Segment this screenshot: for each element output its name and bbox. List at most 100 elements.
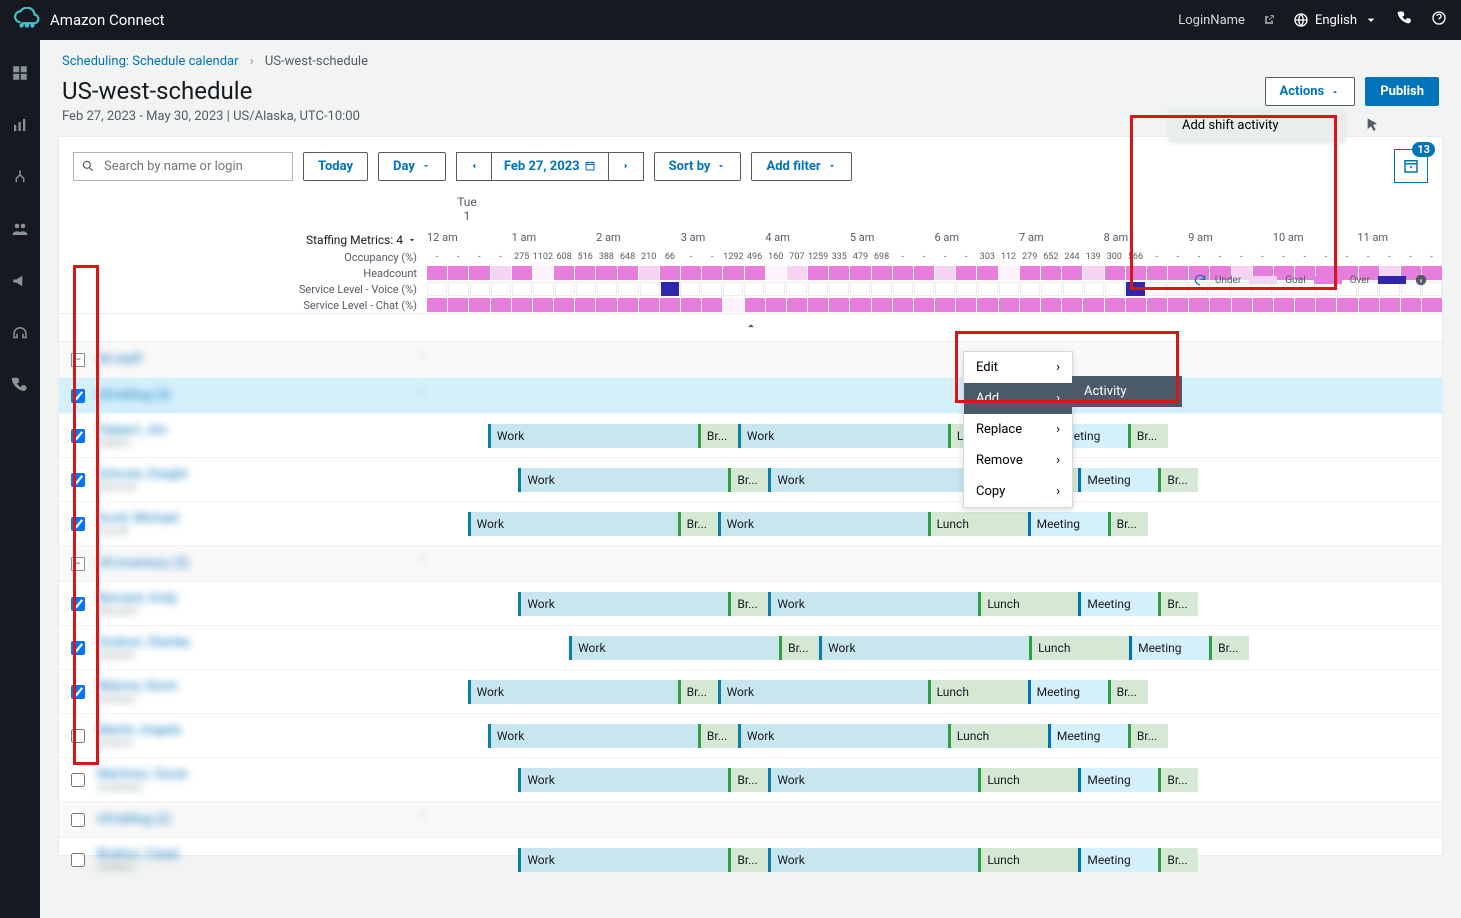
- row-checkbox[interactable]: [59, 813, 97, 827]
- activity-lunch[interactable]: Lunch: [948, 724, 1048, 748]
- activity-work[interactable]: Work: [768, 848, 978, 872]
- search-input[interactable]: [73, 152, 293, 181]
- ctx-remove[interactable]: Remove›: [964, 445, 1072, 476]
- external-link-icon[interactable]: [1263, 11, 1275, 30]
- shift[interactable]: WorkBr...WorkLunchMeetingBr...: [569, 636, 1249, 660]
- nav-users-icon[interactable]: [11, 220, 29, 242]
- date-prev[interactable]: [456, 152, 492, 181]
- shift[interactable]: WorkBr...WorkLunchMeetingBr...: [518, 468, 1198, 492]
- shift[interactable]: WorkBr...WorkLunchMeetingBr...: [488, 724, 1168, 748]
- view-selector[interactable]: Day: [378, 152, 446, 181]
- nav-headset-icon[interactable]: [11, 324, 29, 346]
- nav-analytics-icon[interactable]: [11, 116, 29, 138]
- activity-break[interactable]: Br...: [728, 848, 768, 872]
- collapse-icon[interactable]: −: [71, 557, 85, 571]
- activity-work[interactable]: Work: [569, 636, 779, 660]
- nav-dashboard-icon[interactable]: [11, 64, 29, 86]
- activity-break[interactable]: Br...: [678, 680, 718, 704]
- activity-meet[interactable]: Meeting: [1078, 468, 1158, 492]
- date-picker[interactable]: Feb 27, 2023: [492, 152, 609, 181]
- agent-timeline[interactable]: [427, 802, 1442, 837]
- agent-name[interactable]: Halpert, Jimjhalpert: [97, 423, 427, 449]
- activity-meet[interactable]: Meeting: [1028, 512, 1108, 536]
- sort-button[interactable]: Sort by: [654, 152, 742, 181]
- activity-break[interactable]: Br...: [1128, 424, 1168, 448]
- agent-name[interactable]: Schrute, Dwightdschrute: [97, 467, 427, 493]
- activity-work[interactable]: Work: [518, 768, 728, 792]
- agent-name[interactable]: Scott, Michaelmscott: [97, 511, 427, 537]
- ctx-replace[interactable]: Replace›: [964, 414, 1072, 445]
- activity-break[interactable]: Br...: [1158, 592, 1198, 616]
- agent-name[interactable]: US-inventory (5)⌃: [97, 556, 427, 571]
- agent-timeline[interactable]: WorkBr...WorkLunchMeetingBr...: [427, 458, 1442, 501]
- activity-break[interactable]: Br...: [1158, 848, 1198, 872]
- agent-name[interactable]: Bernard, Andyabernard: [97, 591, 427, 617]
- activity-lunch[interactable]: Lunch: [928, 680, 1028, 704]
- activity-lunch[interactable]: Lunch: [1029, 636, 1129, 660]
- checkbox[interactable]: [71, 813, 85, 827]
- activity-work[interactable]: Work: [468, 512, 678, 536]
- activity-break[interactable]: Br...: [728, 468, 768, 492]
- activity-break[interactable]: Br...: [728, 768, 768, 792]
- checkbox[interactable]: [71, 729, 85, 743]
- activity-work[interactable]: Work: [488, 424, 698, 448]
- row-checkbox[interactable]: −: [59, 353, 97, 367]
- agent-name[interactable]: US-billing (2)⌃: [97, 812, 427, 827]
- row-checkbox[interactable]: [59, 685, 97, 699]
- activity-break[interactable]: Br...: [1128, 724, 1168, 748]
- activity-work[interactable]: Work: [768, 768, 978, 792]
- shift[interactable]: WorkBr...WorkLunchMeetingBr...: [518, 592, 1198, 616]
- breadcrumb-parent[interactable]: Scheduling: Schedule calendar: [62, 54, 239, 69]
- row-checkbox[interactable]: [59, 853, 97, 867]
- activity-lunch[interactable]: Lunch: [928, 512, 1028, 536]
- collapse-metrics[interactable]: [59, 313, 1442, 342]
- agent-name[interactable]: Martin, Angelaamartin: [97, 723, 427, 749]
- row-checkbox[interactable]: [59, 517, 97, 531]
- activity-break[interactable]: Br...: [698, 424, 738, 448]
- agent-timeline[interactable]: WorkBr...WorkLunchMeetingBr...: [427, 758, 1442, 801]
- agent-timeline[interactable]: WorkBr...WorkLunchMeetingBr...: [427, 582, 1442, 625]
- ctx-copy[interactable]: Copy›: [964, 476, 1072, 507]
- row-checkbox[interactable]: [59, 773, 97, 787]
- checkbox[interactable]: [71, 641, 85, 655]
- shift[interactable]: WorkBr...WorkLunchMeetingBr...: [518, 768, 1198, 792]
- shift[interactable]: WorkBr...WorkLunchMeetingBr...: [518, 848, 1198, 872]
- activity-work[interactable]: Work: [768, 592, 978, 616]
- agent-name[interactable]: Hudson, Stanleyshudson: [97, 635, 427, 661]
- chevron-up-icon[interactable]: ⌃: [416, 812, 427, 827]
- row-checkbox[interactable]: [59, 389, 97, 403]
- shift[interactable]: WorkBr...WorkLunchMeetingBr...: [468, 512, 1148, 536]
- nav-announce-icon[interactable]: [11, 272, 29, 294]
- agent-timeline[interactable]: [427, 546, 1442, 581]
- activity-meet[interactable]: Meeting: [1078, 848, 1158, 872]
- row-checkbox[interactable]: [59, 473, 97, 487]
- chevron-up-icon[interactable]: ⌃: [416, 388, 427, 403]
- notification-badge[interactable]: 13: [1394, 149, 1428, 183]
- activity-work[interactable]: Work: [718, 512, 928, 536]
- activity-meet[interactable]: Meeting: [1078, 592, 1158, 616]
- row-checkbox[interactable]: [59, 641, 97, 655]
- phone-icon[interactable]: [1397, 10, 1413, 30]
- checkbox[interactable]: [71, 473, 85, 487]
- activity-break[interactable]: Br...: [728, 592, 768, 616]
- activity-work[interactable]: Work: [518, 848, 728, 872]
- activity-break[interactable]: Br...: [678, 512, 718, 536]
- activity-meet[interactable]: Meeting: [1129, 636, 1209, 660]
- actions-button[interactable]: Actions: [1265, 77, 1356, 106]
- info-icon[interactable]: [1414, 273, 1428, 287]
- activity-break[interactable]: Br...: [779, 636, 819, 660]
- refresh-icon[interactable]: [1193, 273, 1207, 287]
- activity-meet[interactable]: Meeting: [1048, 724, 1128, 748]
- checkbox[interactable]: [71, 517, 85, 531]
- agent-name[interactable]: US-billing (3)⌃: [97, 388, 427, 403]
- activity-lunch[interactable]: Lunch: [978, 768, 1078, 792]
- activity-work[interactable]: Work: [518, 468, 728, 492]
- checkbox[interactable]: [71, 597, 85, 611]
- chevron-up-icon[interactable]: ⌃: [416, 352, 427, 367]
- language-selector[interactable]: English: [1293, 12, 1379, 28]
- row-checkbox[interactable]: −: [59, 557, 97, 571]
- agent-name[interactable]: Bratton, Creedcbratton: [97, 847, 427, 873]
- checkbox[interactable]: [71, 685, 85, 699]
- actions-add-shift-activity[interactable]: Add shift activity: [1170, 110, 1344, 141]
- agent-timeline[interactable]: [427, 342, 1442, 377]
